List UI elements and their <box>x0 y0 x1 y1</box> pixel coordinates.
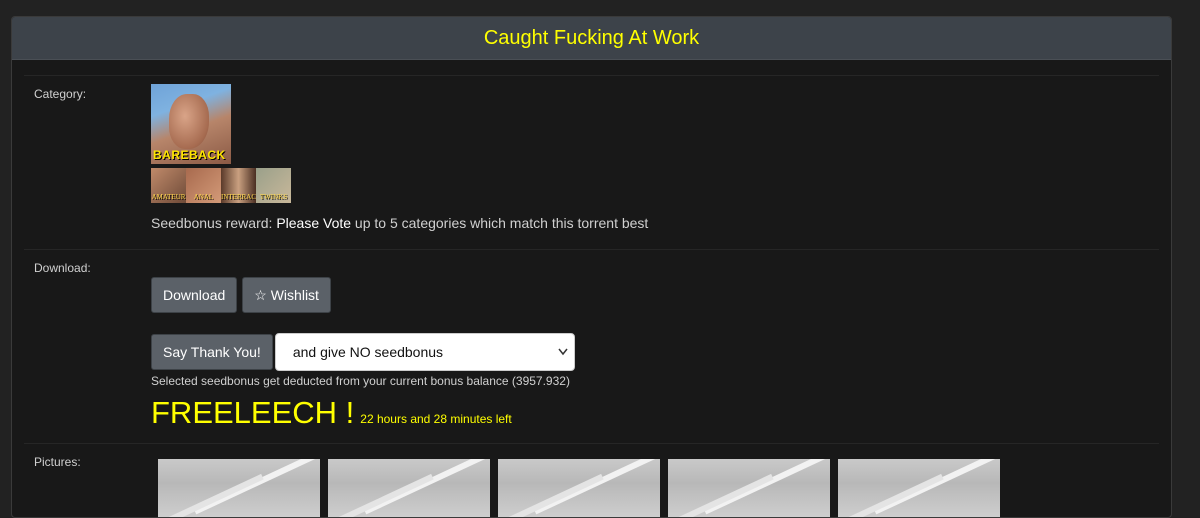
category-image-bareback[interactable]: BAREBACK <box>151 84 231 164</box>
torrent-details-panel: Caught Fucking At Work Category: BAREBAC… <box>11 16 1172 518</box>
seedbonus-note: Selected seedbonus get deducted from you… <box>151 374 570 388</box>
seedbonus-prefix: Seedbonus reward: <box>151 215 277 231</box>
subcategory-label: ANAL <box>193 193 214 201</box>
pictures-content <box>158 459 1000 517</box>
subcategory-label: AMATEUR <box>151 193 186 201</box>
download-actions: Download ☆ Wishlist <box>151 277 575 313</box>
seedbonus-reward-text: Seedbonus reward: Please Vote up to 5 ca… <box>151 215 648 231</box>
thank-you-row: Say Thank You! and give NO seedbonus <box>151 333 575 371</box>
freeleech-time-left: 22 hours and 28 minutes left <box>360 412 512 426</box>
picture-thumbnail[interactable] <box>668 459 830 517</box>
picture-thumbnail[interactable] <box>498 459 660 517</box>
subcategory-label: INTERRACIAL <box>221 193 256 201</box>
seedbonus-select-value: and give NO seedbonus <box>292 344 444 360</box>
picture-thumbnail[interactable] <box>158 459 320 517</box>
download-button[interactable]: Download <box>151 277 238 313</box>
wishlist-label: Wishlist <box>270 287 319 303</box>
picture-gallery <box>158 459 1000 517</box>
category-image-art <box>169 94 209 149</box>
freeleech-label: FREELEECH ! <box>151 395 355 430</box>
subcategory-amateur[interactable]: AMATEUR <box>151 168 186 203</box>
category-row: Category: BAREBACK AMATEUR ANAL INTERRAC… <box>24 75 1159 250</box>
category-label: Category: <box>34 87 87 101</box>
subcategory-label: TWINKS <box>259 193 288 201</box>
please-vote-link[interactable]: Please Vote <box>276 215 351 231</box>
subcategory-interracial[interactable]: INTERRACIAL <box>221 168 256 203</box>
wishlist-button[interactable]: ☆ Wishlist <box>242 277 331 313</box>
category-main-name: BAREBACK <box>153 148 226 162</box>
torrent-title: Caught Fucking At Work <box>12 17 1171 60</box>
category-content: BAREBACK AMATEUR ANAL INTERRACIAL TWINKS… <box>151 84 648 231</box>
say-thank-you-button[interactable]: Say Thank You! <box>151 334 273 370</box>
subcategory-anal[interactable]: ANAL <box>186 168 221 203</box>
seedbonus-select[interactable]: and give NO seedbonus <box>274 333 575 371</box>
picture-thumbnail[interactable] <box>838 459 1000 517</box>
star-icon: ☆ <box>254 287 267 303</box>
chevron-down-icon <box>558 334 568 386</box>
picture-thumbnail[interactable] <box>328 459 490 517</box>
subcategory-list: AMATEUR ANAL INTERRACIAL TWINKS <box>151 168 648 203</box>
pictures-row: Pictures: <box>24 443 1159 517</box>
download-content: Download ☆ Wishlist Say Thank You! and g… <box>151 277 575 431</box>
subcategory-twinks[interactable]: TWINKS <box>256 168 291 203</box>
pictures-label: Pictures: <box>34 455 81 469</box>
download-row: Download: Download ☆ Wishlist Say Thank … <box>24 249 1159 444</box>
download-label: Download: <box>34 261 91 275</box>
freeleech-status: FREELEECH ! 22 hours and 28 minutes left <box>151 395 575 431</box>
seedbonus-suffix: up to 5 categories which match this torr… <box>351 215 649 231</box>
